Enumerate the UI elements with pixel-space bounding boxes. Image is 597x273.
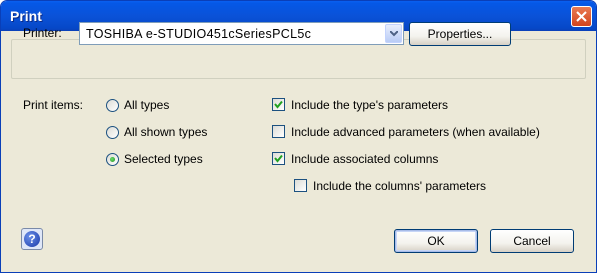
help-button[interactable]: ? — [21, 228, 43, 250]
radio-label[interactable]: All types — [124, 98, 169, 112]
checkmark-icon — [274, 100, 283, 109]
checkbox-label[interactable]: Include the columns' parameters — [313, 179, 486, 193]
radio-selected-dot — [110, 157, 115, 162]
checkbox-label[interactable]: Include advanced parameters (when availa… — [291, 125, 540, 139]
ok-button[interactable]: OK — [394, 229, 478, 253]
cancel-button[interactable]: Cancel — [490, 229, 574, 253]
window-title: Print — [10, 8, 42, 24]
checkbox[interactable] — [272, 98, 285, 111]
printer-label: Printer: — [23, 26, 62, 40]
radio-button[interactable] — [106, 99, 119, 112]
checkmark-icon — [274, 154, 283, 163]
checkbox-label[interactable]: Include associated columns — [291, 152, 438, 166]
help-icon: ? — [24, 231, 40, 247]
radio-label[interactable]: All shown types — [124, 125, 207, 139]
print-dialog: Print Printer: TOSHIBA e-STUDIO451cSerie… — [0, 0, 597, 273]
printer-select[interactable]: TOSHIBA e-STUDIO451cSeriesPCL5c — [79, 22, 404, 45]
printer-dropdown-button[interactable] — [385, 24, 402, 43]
close-button[interactable] — [571, 6, 592, 27]
checkbox[interactable] — [294, 179, 307, 192]
print-items-label: Print items: — [23, 98, 84, 112]
close-icon — [576, 11, 587, 22]
radio-button[interactable] — [106, 153, 119, 166]
radio-button[interactable] — [106, 126, 119, 139]
checkbox[interactable] — [272, 125, 285, 138]
radio-label[interactable]: Selected types — [124, 152, 203, 166]
printer-select-value: TOSHIBA e-STUDIO451cSeriesPCL5c — [86, 27, 312, 41]
checkbox-label[interactable]: Include the type's parameters — [291, 98, 448, 112]
chevron-down-icon — [390, 31, 398, 37]
checkbox[interactable] — [272, 152, 285, 165]
properties-button[interactable]: Properties... — [409, 22, 511, 46]
